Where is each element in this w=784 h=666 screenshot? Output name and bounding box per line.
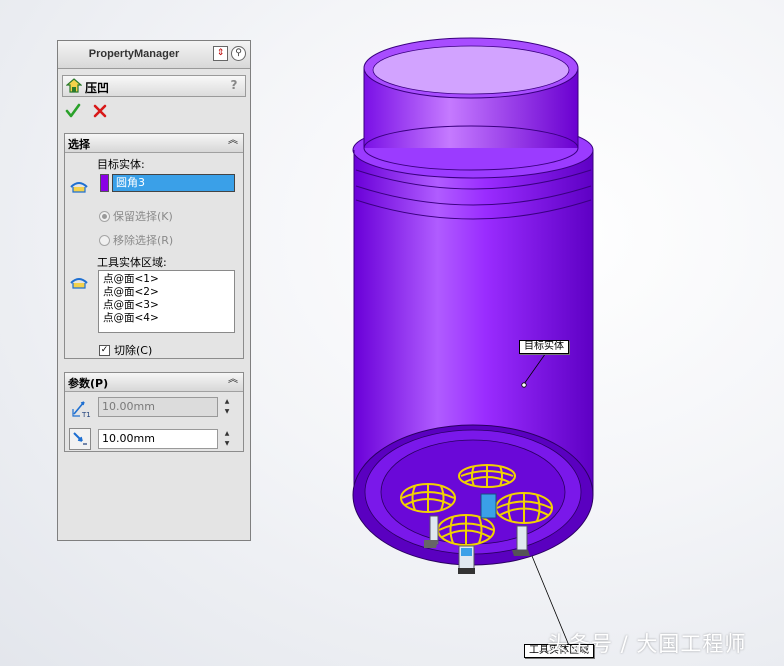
target-leader-anchor [521,382,527,388]
target-body-callout[interactable]: 目标实体 [519,340,569,354]
watermark: 头条号 / 大国工程师 [547,632,747,656]
graphics-viewport[interactable] [0,0,784,666]
